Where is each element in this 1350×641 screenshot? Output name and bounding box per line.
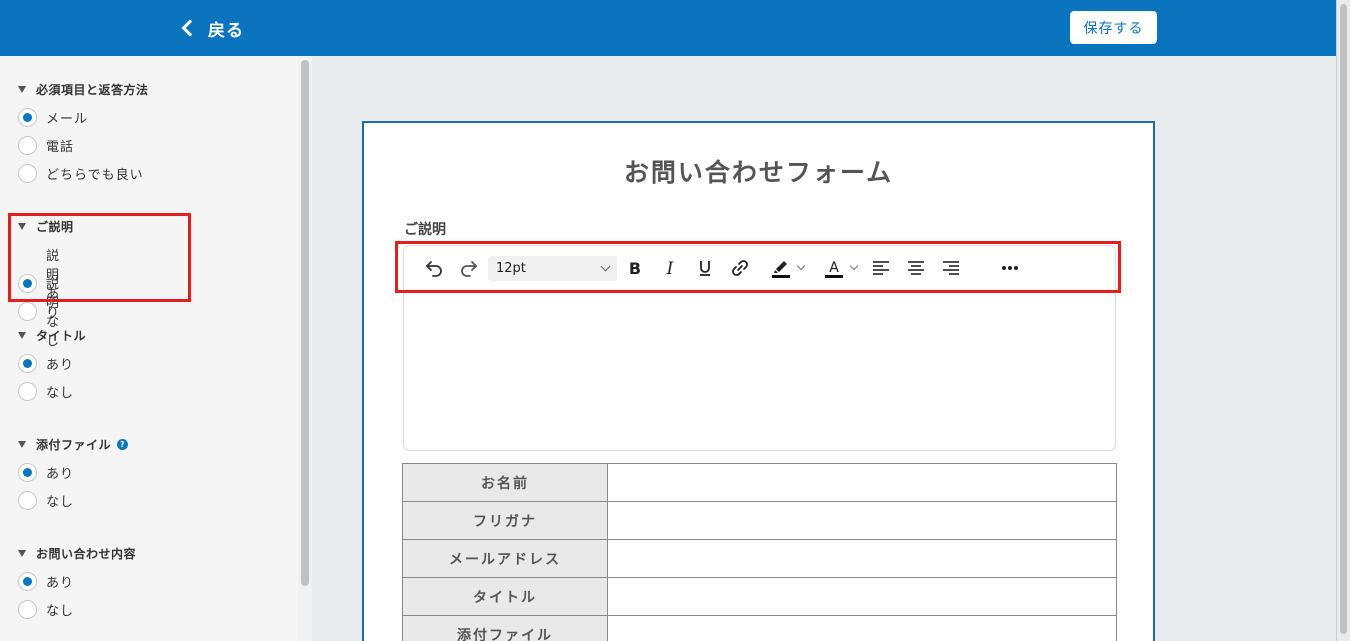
table-row: フリガナ — [402, 501, 1117, 540]
field-label: 添付ファイル — [402, 615, 608, 641]
section-title-setting: タイトル あり なし — [18, 327, 86, 401]
radio-button[interactable] — [18, 491, 37, 510]
field-input[interactable] — [607, 539, 1117, 578]
section-title-text: 必須項目と返答方法 — [36, 82, 149, 97]
form-title: お問い合わせフォーム — [623, 158, 894, 187]
radio-option-email[interactable]: メール — [18, 108, 88, 127]
radio-option-yes[interactable]: あり — [18, 354, 74, 373]
radio-option-phone[interactable]: 電話 — [18, 136, 74, 155]
collapse-triangle-icon — [18, 331, 26, 339]
radio-button[interactable] — [18, 600, 37, 619]
radio-button[interactable] — [18, 301, 37, 321]
description-label: ご説明 — [404, 222, 446, 238]
radio-button[interactable] — [18, 463, 37, 482]
radio-label: あり — [46, 576, 75, 591]
field-label: タイトル — [402, 577, 608, 616]
back-label: 戻る — [208, 20, 244, 41]
field-input[interactable] — [607, 577, 1117, 616]
radio-option-no[interactable]: なし — [18, 382, 74, 401]
radio-label: どちらでも良い — [46, 168, 144, 183]
section-title[interactable]: お問い合わせ内容 — [18, 545, 136, 561]
radio-button[interactable] — [18, 572, 37, 591]
radio-button[interactable] — [18, 354, 37, 373]
radio-button[interactable] — [18, 382, 37, 401]
settings-sidebar: 必須項目と返答方法 メール 電話 どちらでも良い ご説明 説明あり 説明なし タ… — [0, 56, 312, 641]
section-title[interactable]: タイトル — [18, 327, 86, 343]
section-title[interactable]: 必須項目と返答方法 — [18, 81, 149, 97]
radio-label: なし — [46, 386, 75, 401]
collapse-triangle-icon — [18, 440, 26, 448]
highlight-box — [8, 213, 191, 302]
field-label: メールアドレス — [402, 539, 608, 578]
page-scrollbar[interactable] — [1336, 0, 1350, 641]
field-input[interactable] — [607, 501, 1117, 540]
save-button[interactable]: 保存する — [1070, 11, 1157, 44]
radio-option-yes[interactable]: あり — [18, 572, 74, 591]
radio-label: 電話 — [46, 140, 75, 155]
field-label: お名前 — [402, 463, 608, 502]
field-label: フリガナ — [402, 501, 608, 540]
radio-button[interactable] — [18, 164, 37, 183]
radio-option-no[interactable]: なし — [18, 491, 74, 510]
collapse-triangle-icon — [18, 549, 26, 557]
section-title-text: タイトル — [36, 328, 87, 343]
sidebar-scrollbar-thumb[interactable] — [301, 60, 309, 586]
back-button[interactable]: 戻る — [180, 14, 244, 42]
radio-label: なし — [46, 604, 75, 619]
radio-label: メール — [46, 112, 89, 127]
chevron-left-icon — [181, 19, 199, 37]
radio-button[interactable] — [18, 136, 37, 155]
top-header: 戻る 保存する — [0, 0, 1336, 56]
radio-option-no[interactable]: なし — [18, 600, 74, 619]
section-required-fields: 必須項目と返答方法 メール 電話 どちらでも良い — [18, 81, 149, 183]
section-inquiry-content: お問い合わせ内容 あり なし — [18, 545, 136, 619]
radio-button[interactable] — [18, 108, 37, 127]
table-row: 添付ファイル — [402, 615, 1117, 641]
radio-label: あり — [46, 467, 75, 482]
field-input[interactable] — [607, 463, 1117, 502]
help-icon[interactable]: ? — [117, 438, 129, 450]
radio-option-yes[interactable]: あり — [18, 463, 74, 482]
table-row: お名前 — [402, 463, 1117, 502]
page-scrollbar-thumb[interactable] — [1340, 4, 1347, 634]
field-input[interactable] — [607, 615, 1117, 641]
highlight-box — [395, 241, 1121, 293]
section-title[interactable]: 添付ファイル ? — [18, 436, 129, 452]
radio-label: あり — [46, 358, 75, 373]
sidebar-scrollbar[interactable] — [298, 56, 312, 641]
table-row: メールアドレス — [402, 539, 1117, 578]
section-title-text: 添付ファイル — [36, 437, 112, 452]
radio-option-either[interactable]: どちらでも良い — [18, 164, 144, 183]
section-title-text: お問い合わせ内容 — [36, 546, 137, 561]
table-row: タイトル — [402, 577, 1117, 616]
collapse-triangle-icon — [18, 85, 26, 93]
section-attachment: 添付ファイル ? あり なし — [18, 436, 129, 510]
radio-label: なし — [46, 495, 75, 510]
form-preview-card: お問い合わせフォーム ご説明 12pt B I A お名前 フリガナ メールアド… — [362, 121, 1155, 641]
form-fields-table: お名前 フリガナ メールアドレス タイトル 添付ファイル — [402, 463, 1117, 641]
